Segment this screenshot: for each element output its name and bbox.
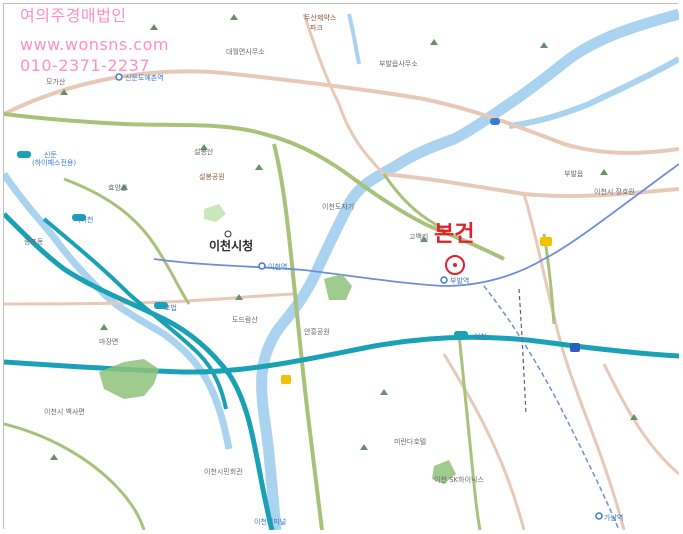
watermark-company: 여의주경매법인 bbox=[20, 6, 127, 25]
svg-text:이천시 장호원: 이천시 장호원 bbox=[594, 187, 635, 196]
svg-text:파크: 파크 bbox=[310, 23, 323, 32]
svg-text:대월면사무소: 대월면사무소 bbox=[226, 47, 265, 56]
icheon-station-marker bbox=[258, 262, 266, 270]
bubal-station-label: 부발역 bbox=[450, 276, 469, 285]
seoicheon-label: 서이천 bbox=[74, 215, 93, 224]
ganam-station-label: 가남역 bbox=[604, 513, 623, 522]
ganam-station-marker bbox=[595, 512, 603, 520]
map-frame: 두산제약스 파크 대월면사무소 부발읍사무소 모가산 설봉산 설봉공원 이천도자… bbox=[0, 0, 683, 534]
sindun-ic-sub-label: (하이패스전용) bbox=[32, 158, 76, 167]
watermark-website: www.wonsns.com bbox=[20, 35, 169, 54]
map-background bbox=[4, 4, 679, 530]
bubal-station-marker bbox=[440, 276, 448, 284]
svg-text:설봉공원: 설봉공원 bbox=[199, 172, 225, 181]
svg-text:부발읍: 부발읍 bbox=[564, 169, 584, 178]
svg-text:도드람산: 도드람산 bbox=[232, 315, 258, 324]
svg-text:이천 SK하이닉스: 이천 SK하이닉스 bbox=[434, 475, 484, 484]
svg-text:부발읍사무소: 부발읍사무소 bbox=[379, 59, 418, 68]
svg-text:미란다호텔: 미란다호텔 bbox=[394, 437, 426, 446]
svg-text:효양산: 효양산 bbox=[108, 183, 128, 192]
svg-text:이천시민회관: 이천시민회관 bbox=[204, 467, 243, 476]
target-marker-dot bbox=[453, 263, 457, 267]
hojeong-ic-label: 호법 bbox=[164, 303, 177, 312]
watermark-phone: 010-2371-2237 bbox=[20, 56, 151, 75]
svg-text:설봉산: 설봉산 bbox=[194, 147, 214, 156]
city-hall-label: 이천시청 bbox=[209, 238, 253, 253]
map-canvas[interactable]: 두산제약스 파크 대월면사무소 부발읍사무소 모가산 설봉산 설봉공원 이천도자… bbox=[4, 4, 679, 530]
svg-text:안흥공원: 안흥공원 bbox=[304, 327, 330, 336]
svg-text:고백리: 고백리 bbox=[409, 232, 428, 241]
target-label: 본건 bbox=[434, 222, 474, 247]
icheon-ic-label: 이천 bbox=[474, 332, 487, 341]
svg-text:마장면: 마장면 bbox=[99, 337, 118, 346]
sindun-ic-label: 신둔 bbox=[44, 150, 57, 159]
svg-text:모가산: 모가산 bbox=[46, 77, 66, 86]
svg-text:이천도자기: 이천도자기 bbox=[322, 202, 354, 211]
svg-text:이천시 백사면: 이천시 백사면 bbox=[44, 407, 85, 416]
svg-text:두산제약스: 두산제약스 bbox=[304, 13, 337, 22]
svg-text:증포동: 증포동 bbox=[24, 238, 44, 246]
icheon-station-label: 이천역 bbox=[268, 262, 287, 271]
terminal-label: 이천터미널 bbox=[254, 517, 286, 526]
